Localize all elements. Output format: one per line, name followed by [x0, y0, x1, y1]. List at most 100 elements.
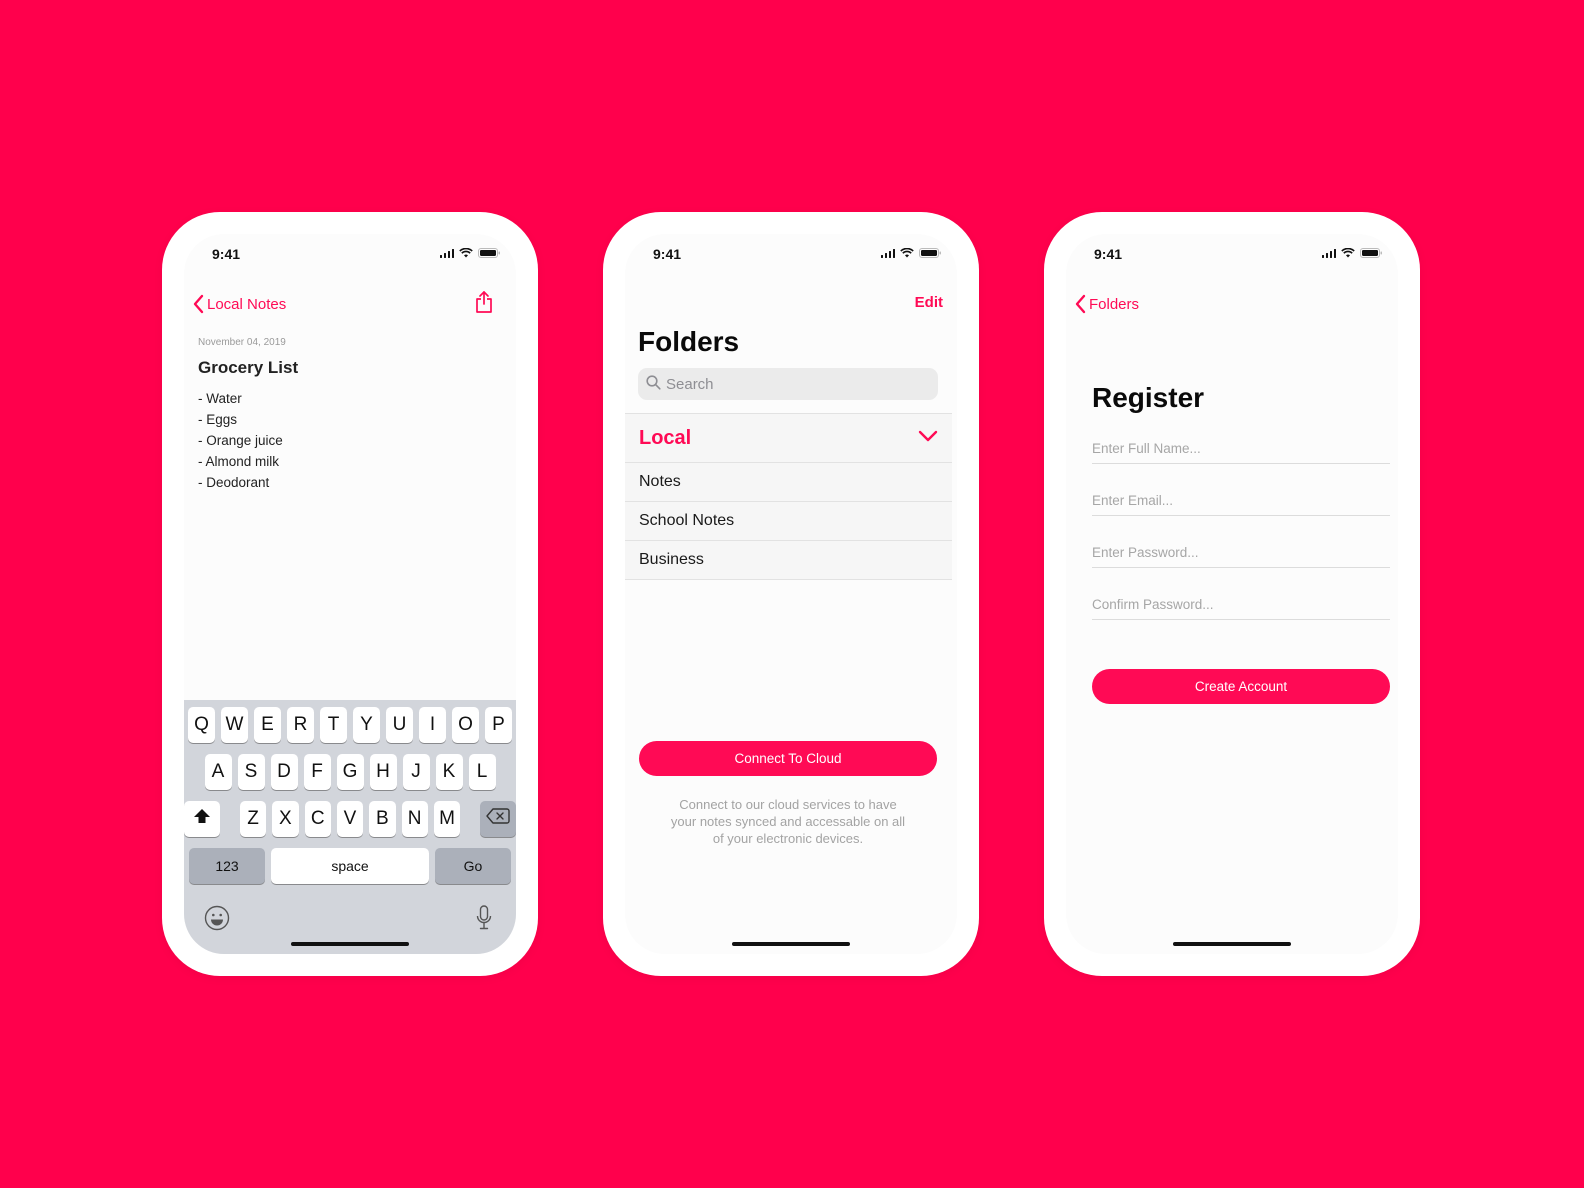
key[interactable]: E: [254, 707, 281, 743]
status-bar: 9:41: [1066, 234, 1398, 274]
field-placeholder: Confirm Password...: [1092, 597, 1214, 612]
backspace-key[interactable]: [479, 801, 516, 837]
status-time: 9:41: [653, 246, 682, 262]
screen: 9:41 Edit Folders Search Local Notes Sch…: [625, 234, 957, 954]
home-indicator[interactable]: [732, 942, 850, 946]
page-title: Folders: [638, 326, 740, 357]
key[interactable]: Z: [239, 801, 267, 837]
chevron-left-icon: [192, 294, 204, 314]
shift-icon: [193, 808, 211, 830]
folder-item[interactable]: Business: [625, 541, 952, 580]
section-header-local[interactable]: Local: [625, 413, 952, 463]
key[interactable]: G: [336, 754, 364, 790]
key[interactable]: W: [221, 707, 248, 743]
space-key[interactable]: space: [271, 848, 429, 884]
password-field[interactable]: Enter Password...: [1092, 544, 1390, 568]
go-key[interactable]: Go: [435, 848, 511, 884]
share-icon[interactable]: [474, 290, 494, 319]
key[interactable]: M: [433, 801, 461, 837]
confirm-password-field[interactable]: Confirm Password...: [1092, 596, 1390, 620]
note-body[interactable]: - Water - Eggs - Orange juice - Almond m…: [198, 388, 283, 493]
note-title[interactable]: Grocery List: [198, 358, 298, 378]
field-placeholder: Enter Full Name...: [1092, 441, 1201, 456]
key[interactable]: U: [386, 707, 413, 743]
home-indicator[interactable]: [291, 942, 409, 946]
search-input[interactable]: Search: [638, 368, 938, 400]
wifi-icon: [1341, 248, 1355, 258]
back-button[interactable]: Local Notes: [192, 294, 286, 314]
email-field[interactable]: Enter Email...: [1092, 492, 1390, 516]
wifi-icon: [459, 248, 473, 258]
note-line: - Water: [198, 391, 242, 406]
section-label: Local: [639, 426, 692, 449]
key[interactable]: F: [303, 754, 331, 790]
cloud-description: Connect to our cloud services to have yo…: [670, 797, 906, 846]
keyboard: Q W E R T Y U I O P A S D F G H J K L Z …: [184, 700, 516, 954]
key[interactable]: O: [452, 707, 479, 743]
screen: 9:41 Folders Register Enter Full Name...…: [1066, 234, 1398, 954]
shift-key[interactable]: [184, 801, 221, 837]
phone-note-editor: 9:41 Local Notes November 04, 2019 Groce…: [162, 212, 538, 976]
key[interactable]: X: [272, 801, 299, 837]
key[interactable]: R: [287, 707, 314, 743]
search-icon: [646, 374, 661, 394]
full-name-field[interactable]: Enter Full Name...: [1092, 440, 1390, 464]
page-title: Register: [1092, 382, 1205, 413]
connect-cloud-button[interactable]: Connect To Cloud: [639, 741, 937, 776]
note-line: - Orange juice: [198, 433, 283, 448]
status-bar: 9:41: [625, 234, 957, 274]
wifi-icon: [900, 248, 914, 258]
phone-register: 9:41 Folders Register Enter Full Name...…: [1044, 212, 1420, 976]
chevron-down-icon: [918, 429, 938, 447]
note-line: - Deodorant: [198, 475, 270, 490]
key[interactable]: A: [204, 754, 232, 790]
signal-icon: [880, 248, 895, 258]
key[interactable]: N: [401, 801, 428, 837]
battery-icon: [919, 248, 941, 258]
phone-folders: 9:41 Edit Folders Search Local Notes Sch…: [603, 212, 979, 976]
status-time: 9:41: [212, 246, 241, 262]
key[interactable]: Y: [353, 707, 380, 743]
key[interactable]: D: [270, 754, 298, 790]
back-button[interactable]: Folders: [1074, 294, 1139, 314]
back-label: Folders: [1089, 295, 1140, 313]
field-placeholder: Enter Email...: [1092, 493, 1174, 508]
emoji-icon[interactable]: [204, 905, 230, 936]
edit-button[interactable]: Edit: [915, 294, 943, 311]
keyboard-row-4: 123 space Go: [184, 848, 516, 884]
key[interactable]: I: [419, 707, 446, 743]
key[interactable]: L: [468, 754, 496, 790]
signal-icon: [439, 248, 454, 258]
key[interactable]: K: [435, 754, 463, 790]
home-indicator[interactable]: [1173, 942, 1291, 946]
signal-icon: [1321, 248, 1336, 258]
key[interactable]: J: [402, 754, 430, 790]
backspace-icon: [486, 808, 510, 830]
status-bar: 9:41: [184, 234, 516, 274]
key[interactable]: S: [237, 754, 265, 790]
create-account-button[interactable]: Create Account: [1092, 669, 1390, 704]
keyboard-row-3: Z X C V B N M: [184, 801, 516, 837]
keyboard-row-1: Q W E R T Y U I O P: [184, 707, 516, 743]
folder-item[interactable]: School Notes: [625, 502, 952, 541]
back-label: Local Notes: [207, 295, 287, 313]
folder-section-local: Local Notes School Notes Business: [625, 413, 952, 580]
chevron-left-icon: [1074, 294, 1086, 314]
key[interactable]: T: [320, 707, 347, 743]
note-date: November 04, 2019: [198, 337, 286, 348]
battery-icon: [1360, 248, 1382, 258]
key[interactable]: V: [336, 801, 364, 837]
key[interactable]: P: [485, 707, 512, 743]
numbers-key[interactable]: 123: [189, 848, 265, 884]
status-time: 9:41: [1094, 246, 1123, 262]
folder-item[interactable]: Notes: [625, 463, 952, 502]
microphone-icon[interactable]: [476, 905, 492, 936]
field-placeholder: Enter Password...: [1092, 545, 1199, 560]
screen: 9:41 Local Notes November 04, 2019 Groce…: [184, 234, 516, 954]
key[interactable]: C: [304, 801, 331, 837]
note-line: - Almond milk: [198, 454, 280, 469]
key[interactable]: H: [369, 754, 397, 790]
key[interactable]: B: [369, 801, 396, 837]
key[interactable]: Q: [188, 707, 215, 743]
note-line: - Eggs: [198, 412, 238, 427]
